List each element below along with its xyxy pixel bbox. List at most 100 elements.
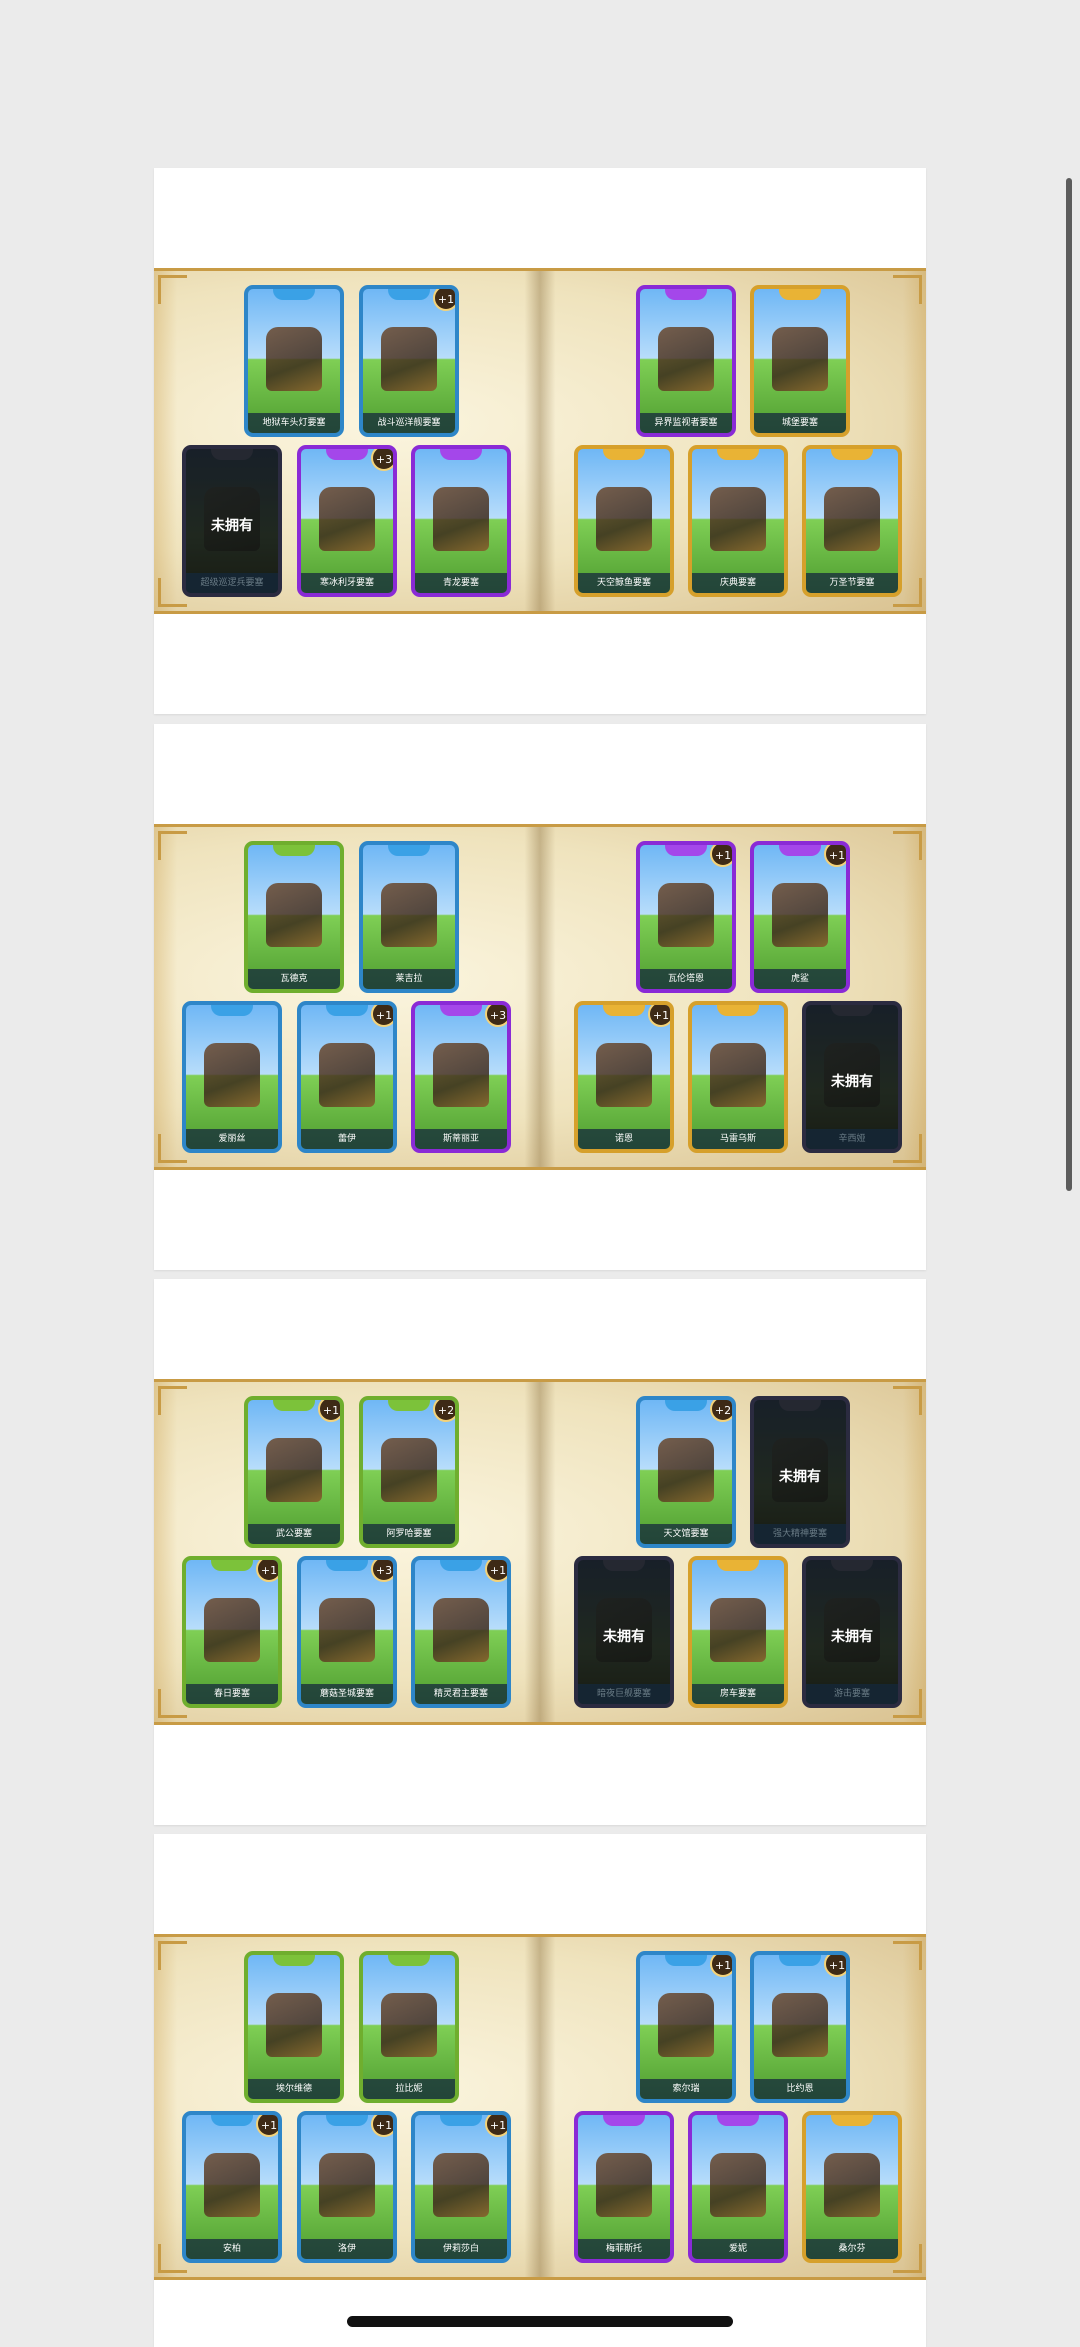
book-corner-ornament bbox=[158, 831, 187, 860]
card-name: 异界监视者要塞 bbox=[640, 413, 732, 433]
collection-card[interactable]: 瓦德克 bbox=[244, 841, 344, 993]
collection-card[interactable]: 伊莉莎白 +1 bbox=[411, 2111, 511, 2263]
collection-card[interactable]: 斯蒂丽亚 +3 bbox=[411, 1001, 511, 1153]
collection-card[interactable]: 埃尔维德 bbox=[244, 1951, 344, 2103]
collection-card[interactable]: 安柏 +1 bbox=[182, 2111, 282, 2263]
card-artwork bbox=[266, 1993, 322, 2057]
collection-card[interactable]: 城堡要塞 bbox=[750, 285, 850, 437]
card-artwork bbox=[433, 487, 489, 551]
collection-book: 地狱车头灯要塞 战斗巡洋舰要塞 +1 未拥有超级巡逻兵要塞 寒冰利牙要塞 +3 青龙要塞 异界… bbox=[154, 268, 926, 614]
card-crest-icon bbox=[326, 1005, 368, 1016]
collection-card[interactable]: 未拥有 暗夜巨舰要塞 bbox=[574, 1556, 674, 1708]
collection-card[interactable]: 未拥有 强大精神要塞 bbox=[750, 1396, 850, 1548]
card-crest-icon bbox=[831, 449, 873, 460]
card-artwork bbox=[433, 2153, 489, 2217]
collection-card[interactable]: 庆典要塞 bbox=[688, 445, 788, 597]
home-indicator[interactable] bbox=[347, 2316, 733, 2327]
not-owned-label: 未拥有 bbox=[779, 1469, 821, 1485]
card-artwork bbox=[772, 883, 828, 947]
collection-card[interactable]: 爱丽丝 bbox=[182, 1001, 282, 1153]
duplicate-count-badge: +1 bbox=[485, 1560, 507, 1582]
duplicate-count-badge: +3 bbox=[371, 449, 393, 471]
collection-card[interactable]: 房车要塞 bbox=[688, 1556, 788, 1708]
collection-card[interactable]: 洛伊 +1 bbox=[297, 2111, 397, 2263]
card-artwork bbox=[204, 1598, 260, 1662]
card-name: 马雷乌斯 bbox=[692, 1129, 784, 1149]
card-name: 蕾伊 bbox=[301, 1129, 393, 1149]
collection-card[interactable]: 比约恩 +1 bbox=[750, 1951, 850, 2103]
card-artwork bbox=[266, 883, 322, 947]
card-crest-icon bbox=[388, 1955, 430, 1966]
not-owned-label: 未拥有 bbox=[211, 518, 253, 534]
card-name: 武公要塞 bbox=[248, 1524, 340, 1544]
collection-card[interactable]: 地狱车头灯要塞 bbox=[244, 285, 344, 437]
card-artwork bbox=[319, 1598, 375, 1662]
collection-card[interactable]: 桑尔芬 bbox=[802, 2111, 902, 2263]
collection-card[interactable]: 天文馆要塞 +2 bbox=[636, 1396, 736, 1548]
card-crest-icon bbox=[388, 1400, 430, 1411]
collection-card[interactable]: 蘑菇圣城要塞 +3 bbox=[297, 1556, 397, 1708]
card-artwork bbox=[772, 1993, 828, 2057]
card-name: 万圣节要塞 bbox=[806, 573, 898, 593]
card-crest-icon bbox=[665, 289, 707, 300]
book-corner-ornament bbox=[893, 275, 922, 304]
card-crest-icon bbox=[665, 1400, 707, 1411]
card-name: 爱丽丝 bbox=[186, 1129, 278, 1149]
collection-card[interactable]: 马雷乌斯 bbox=[688, 1001, 788, 1153]
album-page: 埃尔维德 拉比妮 安柏 +1 洛伊 +1 伊莉莎白 +1 索尔瑞 +1 比约恩 +1 梅菲斯托 爱妮 桑尔芬 bbox=[154, 1834, 926, 2347]
card-crest-icon bbox=[211, 2115, 253, 2126]
collection-card[interactable]: 索尔瑞 +1 bbox=[636, 1951, 736, 2103]
collection-card[interactable]: 寒冰利牙要塞 +3 bbox=[297, 445, 397, 597]
collection-card[interactable]: 万圣节要塞 bbox=[802, 445, 902, 597]
card-artwork bbox=[266, 1438, 322, 1502]
card-artwork bbox=[204, 1043, 260, 1107]
not-owned-label: 未拥有 bbox=[831, 1074, 873, 1090]
card-crest-icon bbox=[717, 2115, 759, 2126]
card-crest-icon bbox=[388, 289, 430, 300]
collection-card[interactable]: 瓦伦塔恩 +1 bbox=[636, 841, 736, 993]
album-page: 武公要塞 +1 阿罗哈要塞 +2 春日要塞 +1 蘑菇圣城要塞 +3 精灵君主要塞 +1 天文馆要塞… bbox=[154, 1279, 926, 1825]
collection-card[interactable]: 虎鲨 +1 bbox=[750, 841, 850, 993]
card-name: 战斗巡洋舰要塞 bbox=[363, 413, 455, 433]
collection-card[interactable]: 春日要塞 +1 bbox=[182, 1556, 282, 1708]
card-artwork bbox=[658, 1438, 714, 1502]
duplicate-count-badge: +1 bbox=[371, 2115, 393, 2137]
duplicate-count-badge: +1 bbox=[433, 289, 455, 311]
card-crest-icon bbox=[440, 2115, 482, 2126]
collection-card[interactable]: 诺恩 +1 bbox=[574, 1001, 674, 1153]
collection-card[interactable]: 梅菲斯托 bbox=[574, 2111, 674, 2263]
card-name: 阿罗哈要塞 bbox=[363, 1524, 455, 1544]
card-crest-icon bbox=[273, 289, 315, 300]
card-crest-icon bbox=[326, 1560, 368, 1571]
collection-card[interactable]: 青龙要塞 bbox=[411, 445, 511, 597]
card-artwork bbox=[319, 1043, 375, 1107]
collection-card[interactable]: 莱吉拉 bbox=[359, 841, 459, 993]
card-name: 强大精神要塞 bbox=[754, 1524, 846, 1544]
collection-card[interactable]: 战斗巡洋舰要塞 +1 bbox=[359, 285, 459, 437]
collection-card[interactable]: 蕾伊 +1 bbox=[297, 1001, 397, 1153]
card-crest-icon bbox=[779, 1955, 821, 1966]
card-name: 梅菲斯托 bbox=[578, 2239, 670, 2259]
collection-card[interactable]: 未拥有超级巡逻兵要塞 bbox=[182, 445, 282, 597]
duplicate-count-badge: +1 bbox=[256, 2115, 278, 2137]
book-corner-ornament bbox=[893, 1941, 922, 1970]
collection-book: 武公要塞 +1 阿罗哈要塞 +2 春日要塞 +1 蘑菇圣城要塞 +3 精灵君主要塞 +1 天文馆要塞… bbox=[154, 1379, 926, 1725]
duplicate-count-badge: +1 bbox=[256, 1560, 278, 1582]
card-crest-icon bbox=[603, 1005, 645, 1016]
collection-card[interactable]: 阿罗哈要塞 +2 bbox=[359, 1396, 459, 1548]
collection-card[interactable]: 武公要塞 +1 bbox=[244, 1396, 344, 1548]
collection-card[interactable]: 精灵君主要塞 +1 bbox=[411, 1556, 511, 1708]
card-name: 游击要塞 bbox=[806, 1684, 898, 1704]
vertical-scrollbar[interactable] bbox=[1066, 178, 1072, 1191]
collection-card[interactable]: 拉比妮 bbox=[359, 1951, 459, 2103]
collection-card[interactable]: 爱妮 bbox=[688, 2111, 788, 2263]
collection-card[interactable]: 未拥有 辛西娅 bbox=[802, 1001, 902, 1153]
collection-card[interactable]: 异界监视者要塞 bbox=[636, 285, 736, 437]
card-name: 青龙要塞 bbox=[415, 573, 507, 593]
card-crest-icon bbox=[326, 449, 368, 460]
card-name: 超级巡逻兵要塞 bbox=[186, 573, 278, 593]
collection-card[interactable]: 天空鲸鱼要塞 bbox=[574, 445, 674, 597]
card-name: 地狱车头灯要塞 bbox=[248, 413, 340, 433]
collection-card[interactable]: 未拥有 游击要塞 bbox=[802, 1556, 902, 1708]
card-name: 洛伊 bbox=[301, 2239, 393, 2259]
